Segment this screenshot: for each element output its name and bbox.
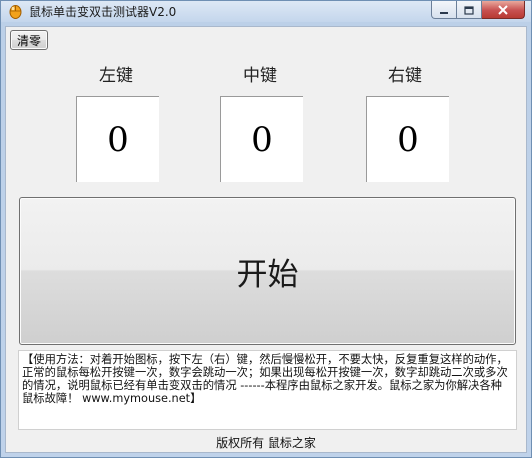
window-title: 鼠标单击变双击测试器V2.0 (29, 5, 177, 19)
close-button[interactable] (482, 1, 525, 19)
middle-key-counter: 0 (220, 96, 303, 182)
start-button[interactable]: 开始 (19, 197, 516, 345)
maximize-button[interactable] (457, 1, 482, 19)
copyright-footer: 版权所有 鼠标之家 (216, 436, 316, 450)
minimize-button[interactable] (431, 1, 457, 19)
maximize-icon (464, 0, 474, 19)
instructions-text: 【使用方法：对着开始图标，按下左（右）键，然后慢慢松开，不要太快，反复重复这样的… (18, 350, 517, 430)
middle-key-label: 中键 (243, 66, 277, 86)
client-area: 清零 左键 中键 右键 0 0 0 开始 【使用方法：对着开始图标，按下左（右）… (5, 26, 527, 453)
app-window: 鼠标单击变双击测试器V2.0 清零 左键 中键 右键 0 0 0 开始 【使用方… (0, 0, 532, 458)
reset-button[interactable]: 清零 (10, 30, 48, 50)
left-key-counter: 0 (76, 96, 159, 182)
window-controls (431, 1, 525, 19)
mouse-icon (9, 3, 22, 19)
right-key-counter: 0 (366, 96, 449, 182)
close-icon (497, 0, 509, 19)
minimize-icon (439, 0, 449, 19)
right-key-label: 右键 (388, 66, 422, 86)
left-key-label: 左键 (99, 66, 133, 86)
title-bar[interactable]: 鼠标单击变双击测试器V2.0 (1, 1, 531, 22)
